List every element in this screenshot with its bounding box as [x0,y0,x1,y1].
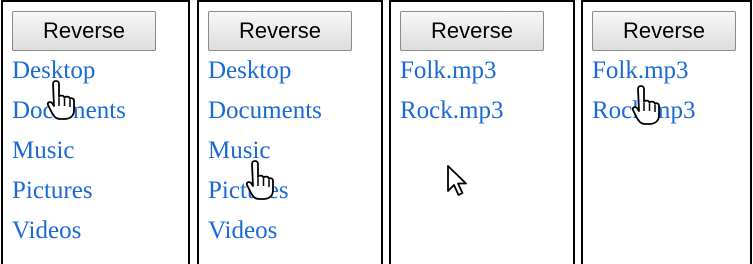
file-list: Folk.mp3 Rock.mp3 [592,51,695,131]
reverse-button[interactable]: Reverse [208,11,352,51]
reverse-button[interactable]: Reverse [592,11,736,51]
reverse-button[interactable]: Reverse [400,11,544,51]
list-item-pictures[interactable]: Pictures [208,171,322,211]
list-item-desktop[interactable]: Desktop [208,51,322,91]
file-list-panel-3: Reverse Folk.mp3 Rock.mp3 [389,0,575,264]
list-item-rock-mp3[interactable]: Rock.mp3 [400,91,503,131]
reverse-button[interactable]: Reverse [12,11,156,51]
list-item-documents[interactable]: Documents [208,91,322,131]
list-item-pictures[interactable]: Pictures [12,171,126,211]
file-list-panel-1: Reverse Desktop Documents Music Pictures… [1,0,190,264]
list-item-music[interactable]: Music [208,131,322,171]
list-item-folk-mp3[interactable]: Folk.mp3 [592,51,695,91]
list-item-documents[interactable]: Documents [12,91,126,131]
list-item-videos[interactable]: Videos [208,211,322,251]
list-item-videos[interactable]: Videos [12,211,126,251]
list-item-desktop[interactable]: Desktop [12,51,126,91]
file-list: Desktop Documents Music Pictures Videos [208,51,322,251]
file-list: Desktop Documents Music Pictures Videos [12,51,126,251]
file-list-panel-2: Reverse Desktop Documents Music Pictures… [197,0,383,264]
file-list-panel-4: Reverse Folk.mp3 Rock.mp3 [581,0,752,264]
file-list: Folk.mp3 Rock.mp3 [400,51,503,131]
list-item-rock-mp3[interactable]: Rock.mp3 [592,91,695,131]
list-item-music[interactable]: Music [12,131,126,171]
list-item-folk-mp3[interactable]: Folk.mp3 [400,51,503,91]
